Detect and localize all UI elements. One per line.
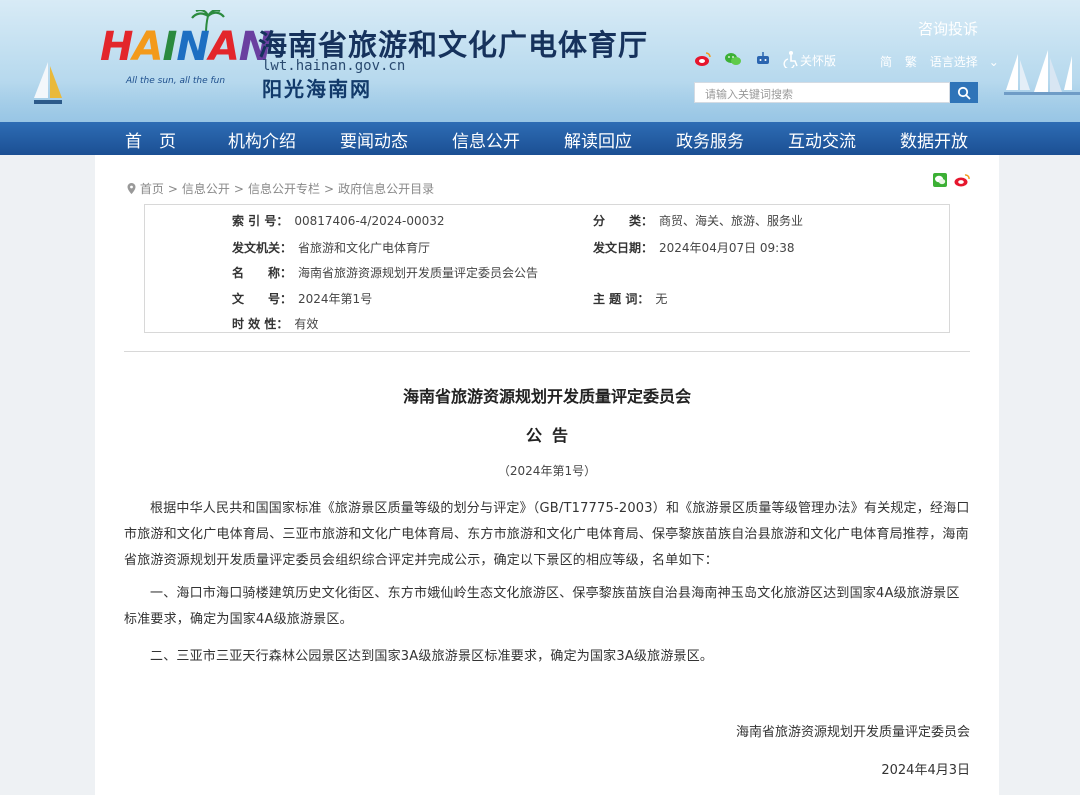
meta-validity-value: 有效 xyxy=(294,317,319,331)
accessibility-icon[interactable] xyxy=(782,50,800,68)
weibo-share-icon[interactable] xyxy=(954,173,970,187)
breadcrumb-info-disclosure[interactable]: 信息公开 xyxy=(182,182,230,196)
meta-name: 名 称： 海南省旅游资源规划开发质量评定委员会公告 xyxy=(232,264,538,281)
content-divider xyxy=(124,351,970,352)
site-domain: lwt.hainan.gov.cn xyxy=(262,58,406,74)
meta-date: 发文日期： 2024年04月07日 09:38 xyxy=(593,239,795,256)
sailboat-left-icon xyxy=(34,62,62,104)
language-select[interactable]: 语言选择 ⌄ xyxy=(930,55,1008,69)
meta-index-no-label: 索 引 号： xyxy=(232,214,289,228)
meta-doc-no-label: 文 号： xyxy=(232,292,293,306)
consult-complaint-link[interactable]: 咨询投诉 xyxy=(918,18,978,39)
simplified-chinese-link[interactable]: 简 xyxy=(880,55,892,69)
nav-info-disclosure[interactable]: 信息公开 xyxy=(452,127,520,152)
robot-icon[interactable] xyxy=(754,50,772,68)
main-nav: 首 页 机构介绍 要闻动态 信息公开 解读回应 政务服务 互动交流 数据开放 xyxy=(0,122,1080,155)
language-bar: 简 繁 语言选择 ⌄ xyxy=(880,53,1017,70)
nav-open-data[interactable]: 数据开放 xyxy=(900,127,968,152)
meta-category: 分 类： 商贸、海关、旅游、服务业 xyxy=(593,212,803,229)
article-paragraph-2: 一、海口市海口骑楼建筑历史文化街区、东方市娥仙岭生态文化旅游区、保亭黎族苗族自治… xyxy=(124,586,960,627)
traditional-chinese-link[interactable]: 繁 xyxy=(905,55,917,69)
chevron-down-icon: ⌄ xyxy=(988,55,999,69)
meta-subject: 主 题 词： 无 xyxy=(593,290,667,307)
nav-organization[interactable]: 机构介绍 xyxy=(228,127,296,152)
meta-validity: 时 效 性： 有效 xyxy=(232,315,318,332)
logo-wordmark: HAINAN xyxy=(100,24,272,70)
meta-date-label: 发文日期： xyxy=(593,241,654,255)
meta-name-value: 海南省旅游资源规划开发质量评定委员会公告 xyxy=(298,266,539,280)
care-mode-link[interactable]: 关怀版 xyxy=(800,52,836,69)
breadcrumb: 首页 > 信息公开 > 信息公开专栏 > 政府信息公开目录 xyxy=(127,180,434,197)
meta-issuer-label: 发文机关： xyxy=(232,241,293,255)
breadcrumb-home[interactable]: 首页 xyxy=(140,182,164,196)
hainan-logo[interactable]: HAINAN All the sun, all the fun xyxy=(100,10,272,95)
share-buttons xyxy=(933,172,970,191)
nav-news[interactable]: 要闻动态 xyxy=(340,127,408,152)
wechat-icon[interactable] xyxy=(724,50,742,68)
signature-organization: 海南省旅游资源规划开发质量评定委员会 xyxy=(735,725,970,740)
site-subtitle: 阳光海南网 xyxy=(262,77,372,101)
meta-index-no: 索 引 号： 00817406-4/2024-00032 xyxy=(232,212,445,229)
wechat-share-icon[interactable] xyxy=(933,173,947,187)
meta-doc-no: 文 号： 2024年第1号 xyxy=(232,290,372,307)
logo-slogan: All the sun, all the fun xyxy=(126,76,226,86)
article-paragraph-3: 二、三亚市三亚天行森林公园景区达到国家3A级旅游景区标准要求，确定为国家3A级旅… xyxy=(150,649,714,664)
meta-category-label: 分 类： xyxy=(593,214,654,228)
meta-name-label: 名 称： xyxy=(232,266,293,280)
article-title: 海南省旅游资源规划开发质量评定委员会 xyxy=(402,387,691,406)
nav-interaction[interactable]: 互动交流 xyxy=(788,127,856,152)
nav-services[interactable]: 政务服务 xyxy=(676,127,744,152)
nav-home[interactable]: 首 页 xyxy=(125,127,176,152)
article-number: （2024年第1号） xyxy=(497,464,597,478)
meta-subject-label: 主 题 词： xyxy=(593,292,650,306)
meta-issuer-value: 省旅游和文化广电体育厅 xyxy=(298,241,431,255)
location-pin-icon xyxy=(127,183,136,194)
signature-date: 2024年4月3日 xyxy=(881,763,970,778)
meta-category-value: 商贸、海关、旅游、服务业 xyxy=(659,214,804,228)
site-header: HAINAN All the sun, all the fun 海南省旅游和文化… xyxy=(0,0,1080,122)
search-input[interactable]: 请输入关键词搜索 xyxy=(694,82,950,103)
article-paragraph-1: 根据中华人民共和国国家标准《旅游景区质量等级的划分与评定》（GB/T17775-… xyxy=(124,501,970,568)
breadcrumb-info-column[interactable]: 信息公开专栏 xyxy=(248,182,320,196)
content-panel: 首页 > 信息公开 > 信息公开专栏 > 政府信息公开目录 索 引 号： 00817406-4… xyxy=(95,155,999,795)
meta-doc-no-value: 2024年第1号 xyxy=(298,292,373,306)
document-metadata-table: 索 引 号： 00817406-4/2024-00032 分 类： 商贸、海关、旅游… xyxy=(144,204,950,333)
search-icon xyxy=(957,86,971,100)
meta-date-value: 2024年04月07日 09:38 xyxy=(659,241,795,255)
nav-interpretation[interactable]: 解读回应 xyxy=(564,127,632,152)
search-button[interactable] xyxy=(950,82,978,103)
meta-subject-value: 无 xyxy=(655,292,668,306)
breadcrumb-catalog[interactable]: 政府信息公开目录 xyxy=(338,182,434,196)
meta-index-no-value: 00817406-4/2024-00032 xyxy=(294,214,445,228)
language-select-label: 语言选择 xyxy=(929,55,978,69)
article-subtitle: 公告 xyxy=(525,426,578,445)
meta-validity-label: 时 效 性： xyxy=(232,317,289,331)
weibo-icon[interactable] xyxy=(694,50,712,68)
meta-issuer: 发文机关： 省旅游和文化广电体育厅 xyxy=(232,239,430,256)
